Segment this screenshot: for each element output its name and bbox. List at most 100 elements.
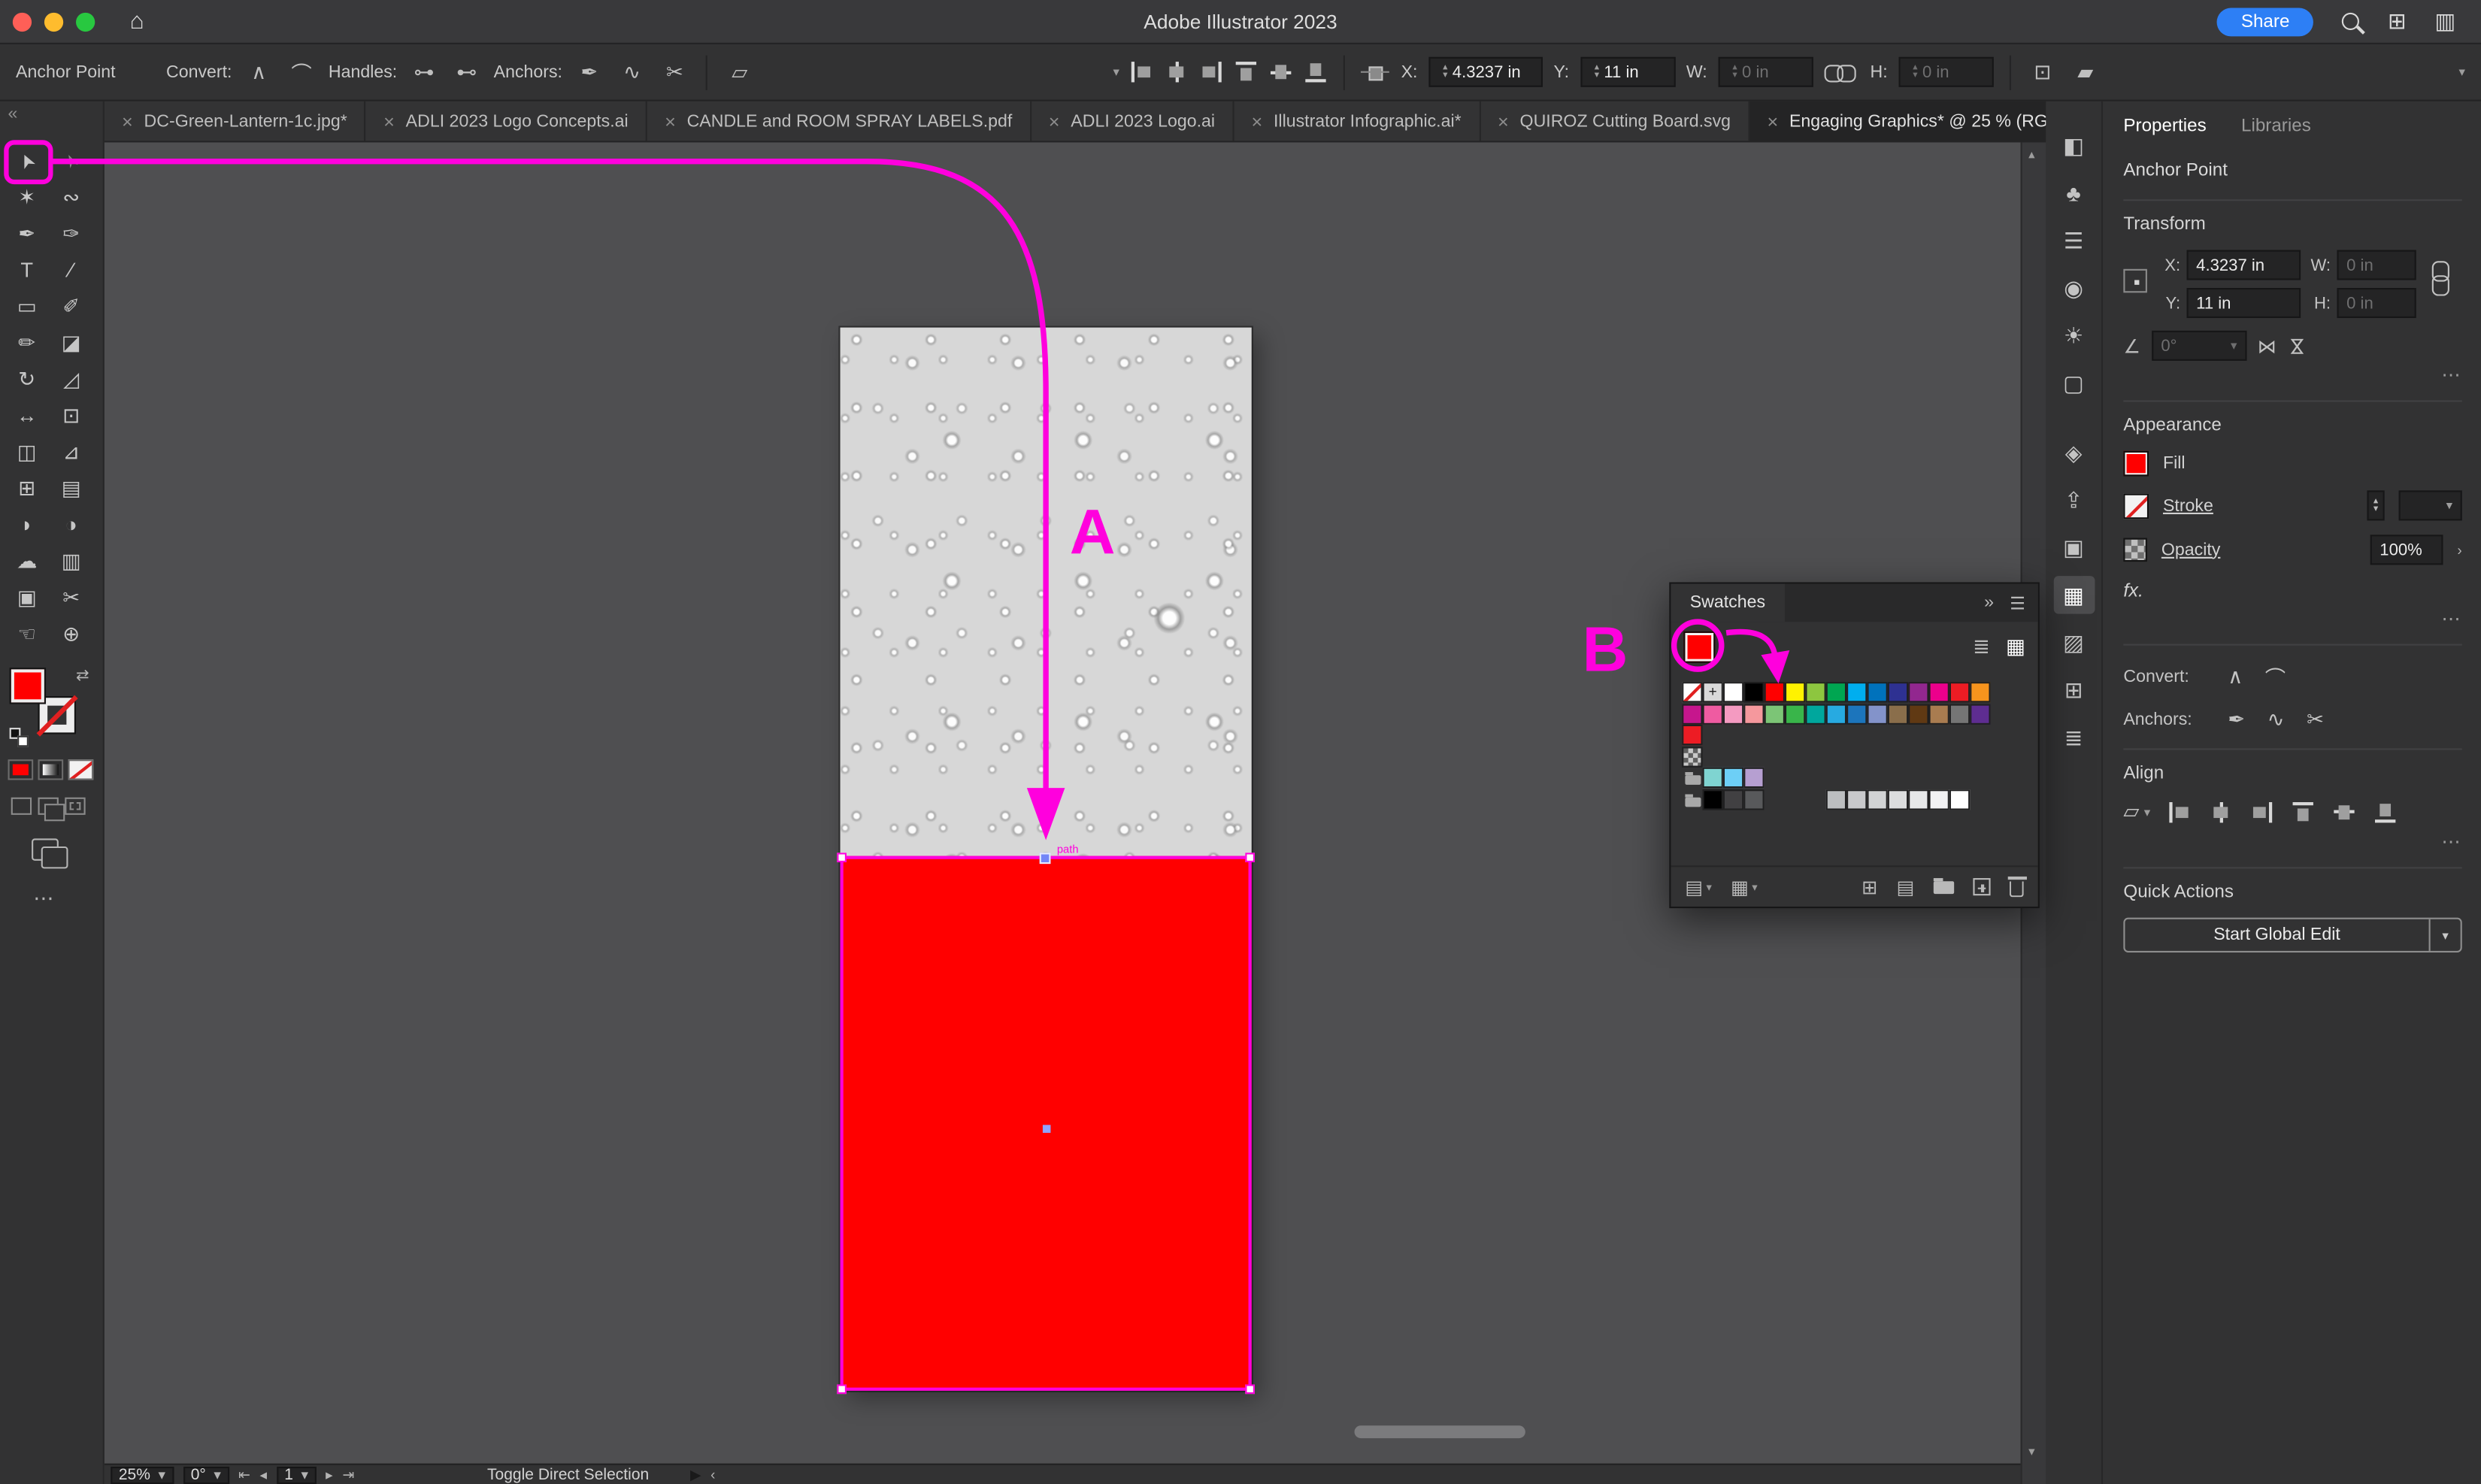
remove-anchor-icon[interactable]: ✒ [2228, 707, 2245, 733]
minimize-window-button[interactable] [44, 11, 64, 32]
color-swatch[interactable] [1908, 682, 1929, 703]
rectangle-tool[interactable]: ▭ [5, 288, 49, 324]
color-swatch[interactable] [1682, 703, 1703, 724]
artboard[interactable]: path [837, 327, 1255, 1395]
close-icon[interactable]: × [383, 110, 395, 132]
close-icon[interactable]: × [122, 110, 133, 132]
fill-swatch[interactable] [9, 668, 47, 704]
shear-icon[interactable]: ▰ [2070, 55, 2101, 89]
selected-swatch[interactable] [1683, 631, 1716, 663]
close-icon[interactable]: × [1049, 110, 1060, 132]
color-swatch[interactable] [1908, 789, 1929, 810]
align-top-icon[interactable] [2291, 800, 2315, 824]
convert-to-corner-icon[interactable]: ∧ [243, 55, 274, 89]
color-swatch[interactable] [1722, 789, 1744, 810]
rotation-select[interactable]: 0° ▾ [2151, 330, 2247, 361]
color-swatch[interactable] [1867, 703, 1888, 724]
color-swatch[interactable] [1846, 789, 1868, 810]
reference-point-locator[interactable] [2123, 268, 2147, 293]
draw-normal-icon[interactable] [11, 797, 32, 815]
appearance-more-options-icon[interactable]: ⋯ [2123, 607, 2461, 629]
stepper[interactable]: ▴ ▾ [1438, 57, 1453, 87]
show-swatch-kinds-icon[interactable]: ▦ ▾ [1731, 876, 1757, 898]
shaper-tool[interactable]: ✏ [5, 324, 49, 360]
next-artboard-icon[interactable]: ▸ [326, 1466, 333, 1483]
color-swatch[interactable] [1970, 682, 1991, 703]
default-fill-stroke-icon[interactable] [9, 728, 29, 747]
appearance-icon[interactable]: ☀ [2053, 316, 2095, 355]
color-button[interactable] [8, 759, 34, 780]
grid-view-icon[interactable]: ▦ [2006, 634, 2025, 660]
color-swatch[interactable] [1702, 703, 1723, 724]
connect-anchors-icon[interactable]: ∿ [2267, 707, 2285, 733]
lasso-tool[interactable]: ∾ [49, 179, 93, 215]
symbol-sprayer-tool[interactable]: ☁ [5, 543, 49, 579]
h-input[interactable]: ▴ ▾ 0 in [1898, 56, 1994, 87]
zoom-window-button[interactable] [76, 11, 95, 32]
zoom-tool[interactable]: ⊕ [49, 616, 93, 652]
connect-anchors-icon[interactable]: ∿ [616, 55, 648, 89]
color-swatch[interactable] [1722, 703, 1744, 724]
close-icon[interactable]: × [1252, 110, 1263, 132]
align-top-icon[interactable] [1235, 60, 1259, 84]
selected-red-rectangle[interactable]: path [837, 845, 1255, 1395]
home-icon[interactable]: ⌂ [130, 8, 144, 35]
color-swatch[interactable] [1682, 724, 1703, 746]
cut-path-icon[interactable]: ✂ [659, 55, 690, 89]
delete-swatch-button[interactable] [2007, 876, 2026, 898]
opacity-input[interactable]: 100% [2370, 535, 2443, 565]
align-center-icon[interactable] [2209, 800, 2233, 824]
swap-fill-stroke-icon[interactable]: ⇄ [76, 668, 89, 685]
draw-inside-icon[interactable] [65, 797, 86, 815]
window-grid-icon[interactable]: ⊞ [2388, 8, 2407, 35]
color-guide-icon[interactable]: ▨ [2053, 623, 2095, 662]
chevron-down-icon[interactable]: ▾ [1113, 65, 1119, 79]
chevron-down-icon[interactable]: ▾ [2428, 919, 2461, 951]
color-swatch[interactable] [1970, 703, 1991, 724]
color-swatch[interactable] [1887, 703, 1909, 724]
curvature-tool[interactable]: ✑ [49, 215, 93, 251]
artboard-tool[interactable]: ▣ [5, 579, 49, 615]
color-swatch[interactable] [1908, 703, 1929, 724]
align-middle-icon[interactable] [2332, 800, 2356, 824]
scroll-down-icon[interactable]: ▾ [2028, 1444, 2034, 1458]
color-swatch[interactable] [1949, 703, 1971, 724]
link-dimensions-icon[interactable] [2429, 258, 2451, 305]
color-swatch[interactable] [1928, 703, 1949, 724]
zoom-select[interactable]: 25% ▾ [111, 1465, 174, 1484]
color-swatch[interactable] [1764, 703, 1785, 724]
cut-path-icon[interactable]: ✂ [2307, 707, 2324, 733]
swatch-themes-icon[interactable]: ⊞ [1862, 876, 1877, 898]
first-artboard-icon[interactable]: ⇤ [238, 1466, 250, 1483]
color-swatch[interactable] [1722, 682, 1744, 703]
pen-tool[interactable]: ✒ [5, 215, 49, 251]
hand-tool[interactable]: ☜ [5, 616, 49, 652]
panel-menu-icon[interactable]: ☰ [2010, 592, 2025, 613]
close-window-button[interactable] [12, 11, 32, 32]
flip-vertical-icon[interactable]: ⋈ [2286, 336, 2308, 355]
document-tab[interactable]: × ADLI 2023 Logo.ai [1031, 101, 1234, 141]
align-right-icon[interactable] [2250, 800, 2274, 824]
asset-export-icon[interactable]: ▣ [2053, 528, 2095, 567]
align-to-selection-icon[interactable]: ▱ [2123, 799, 2139, 825]
artboard-number-select[interactable]: 1 ▾ [276, 1465, 317, 1484]
opacity-options-icon[interactable]: › [2457, 542, 2461, 558]
selection-handle[interactable] [1245, 853, 1255, 863]
rotation-select[interactable]: 0° ▾ [183, 1465, 229, 1484]
edit-toolbar-icon[interactable]: ⋯ [33, 886, 55, 912]
search-icon[interactable] [2341, 12, 2360, 30]
align-center-icon[interactable] [1165, 60, 1189, 84]
stepper[interactable]: ▴ ▾ [1589, 57, 1604, 87]
convert-to-corner-icon[interactable]: ∧ [2228, 664, 2243, 689]
tab-libraries[interactable]: Libraries [2241, 117, 2311, 136]
fill-label[interactable]: Fill [2163, 454, 2186, 473]
color-swatch[interactable] [1949, 682, 1971, 703]
color-swatch[interactable] [1702, 767, 1723, 789]
document-tab[interactable]: × Illustrator Infographic.ai* [1234, 101, 1480, 141]
selection-handle[interactable] [837, 1384, 847, 1395]
scroll-left-icon[interactable]: ‹ [710, 1467, 715, 1482]
swatch-registration[interactable] [1702, 682, 1723, 703]
w-input[interactable]: ▴ ▾ 0 in [1718, 56, 1813, 87]
document-tab[interactable]: × ADLI 2023 Logo Concepts.ai [366, 101, 647, 141]
stroke-color-swatch[interactable] [2123, 492, 2149, 519]
